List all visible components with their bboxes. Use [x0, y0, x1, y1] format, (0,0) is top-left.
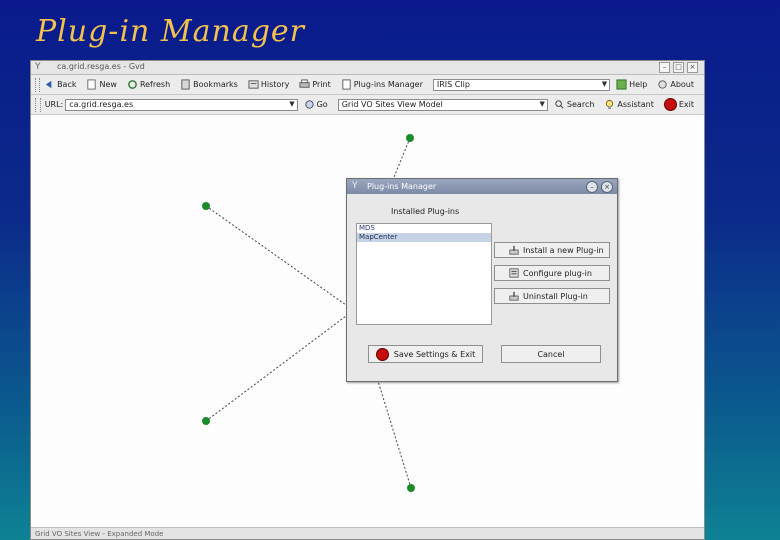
about-icon	[658, 80, 667, 89]
assistant-label: Assistant	[617, 100, 654, 109]
printer-icon	[299, 79, 310, 88]
exit-button[interactable]: Exit	[663, 98, 695, 111]
stop-icon	[375, 347, 389, 361]
dialog-minimize-button[interactable]: –	[586, 181, 598, 193]
installed-plugins-list[interactable]: MDS MapCenter	[356, 223, 492, 325]
chevron-down-icon: ▼	[289, 99, 295, 108]
cancel-button[interactable]: Cancel	[501, 345, 601, 363]
toolbar-grip[interactable]	[35, 97, 41, 112]
url-input[interactable]: ca.grid.resga.es ▼	[65, 98, 298, 111]
lightbulb-icon	[606, 99, 614, 110]
plugin-list-item[interactable]: MDS	[357, 224, 491, 233]
go-button[interactable]: Go	[304, 99, 328, 110]
assistant-button[interactable]: Assistant	[604, 99, 654, 110]
configure-icon	[509, 268, 519, 278]
save-settings-exit-button[interactable]: Save Settings & Exit	[368, 345, 483, 363]
plugins-manager-label: Plug-ins Manager	[353, 80, 423, 89]
save-settings-label: Save Settings & Exit	[393, 349, 476, 359]
plugins-manager-button[interactable]: Plug-ins Manager	[341, 79, 423, 90]
toolbar-grip[interactable]	[35, 77, 41, 92]
go-label: Go	[316, 100, 328, 109]
refresh-icon	[128, 80, 137, 89]
app-icon: Y	[35, 62, 41, 72]
model-select-value: Grid VO Sites View Model	[341, 100, 443, 109]
close-button[interactable]: ×	[687, 62, 698, 73]
chevron-down-icon: ▼	[601, 79, 608, 88]
new-label: New	[99, 80, 117, 89]
plugin-list-item[interactable]: MapCenter	[357, 233, 491, 242]
configure-plugin-label: Configure plug-in	[523, 268, 592, 278]
about-label: About	[670, 80, 694, 89]
window-titlebar[interactable]: Y ca.grid.resga.es - Gvd – □ ×	[31, 61, 704, 75]
refresh-button[interactable]: Refresh	[127, 79, 170, 90]
main-toolbar: Back New Refresh Bookmarks History Print…	[31, 75, 704, 95]
configure-plugin-button[interactable]: Configure plug-in	[494, 265, 610, 281]
bookmarks-label: Bookmarks	[193, 80, 238, 89]
plugin-icon	[342, 79, 351, 90]
cancel-label: Cancel	[537, 349, 565, 359]
plugins-manager-dialog: Y Plug-ins Manager – × Installed Plug-in…	[346, 178, 618, 382]
plugin-select[interactable]: IRIS Clip ▼	[432, 78, 611, 91]
print-label: Print	[312, 80, 331, 89]
print-button[interactable]: Print	[299, 79, 331, 90]
slide-title: Plug-in Manager	[36, 14, 306, 49]
uninstall-plugin-label: Uninstall Plug-in	[523, 291, 588, 301]
about-button[interactable]: About	[657, 79, 694, 90]
dialog-titlebar[interactable]: Y Plug-ins Manager – ×	[347, 179, 617, 194]
search-icon	[555, 100, 564, 109]
status-bar: Grid VO Sites View - Expanded Mode	[31, 527, 704, 539]
history-icon	[248, 80, 259, 89]
search-label: Search	[566, 100, 595, 109]
dialog-close-button[interactable]: ×	[601, 181, 613, 193]
history-label: History	[260, 80, 290, 89]
model-select[interactable]: Grid VO Sites View Model ▼	[337, 98, 548, 111]
location-toolbar: URL: ca.grid.resga.es ▼ Go Grid VO Sites…	[31, 95, 704, 115]
refresh-label: Refresh	[139, 80, 171, 89]
help-button[interactable]: Help	[616, 79, 647, 90]
help-icon	[616, 79, 627, 90]
uninstall-icon	[509, 291, 519, 301]
dialog-title: Plug-ins Manager	[367, 182, 437, 191]
bookmarks-button[interactable]: Bookmarks	[180, 79, 238, 90]
installed-plugins-label: Installed Plug-ins	[391, 207, 460, 216]
exit-label: Exit	[678, 100, 695, 109]
back-arrow-icon	[45, 80, 52, 89]
help-label: Help	[629, 80, 648, 89]
plugin-select-value: IRIS Clip	[436, 80, 470, 89]
back-button[interactable]: Back	[44, 79, 76, 90]
chevron-down-icon: ▼	[539, 99, 545, 108]
uninstall-plugin-button[interactable]: Uninstall Plug-in	[494, 288, 610, 304]
install-plugin-button[interactable]: Install a new Plug-in	[494, 242, 610, 258]
bookmark-icon	[181, 79, 190, 90]
history-button[interactable]: History	[248, 79, 289, 90]
install-icon	[509, 245, 519, 255]
search-button[interactable]: Search	[554, 99, 594, 110]
dialog-app-icon: Y	[352, 181, 358, 191]
go-icon	[304, 100, 314, 109]
maximize-button[interactable]: □	[673, 62, 684, 73]
install-plugin-label: Install a new Plug-in	[523, 245, 604, 255]
stop-icon	[663, 98, 677, 111]
new-document-icon	[87, 79, 97, 90]
back-label: Back	[57, 80, 77, 89]
url-label: URL:	[44, 100, 64, 109]
window-title: ca.grid.resga.es - Gvd	[57, 62, 145, 71]
url-value: ca.grid.resga.es	[69, 100, 134, 109]
minimize-button[interactable]: –	[659, 62, 670, 73]
new-button[interactable]: New	[86, 79, 117, 90]
